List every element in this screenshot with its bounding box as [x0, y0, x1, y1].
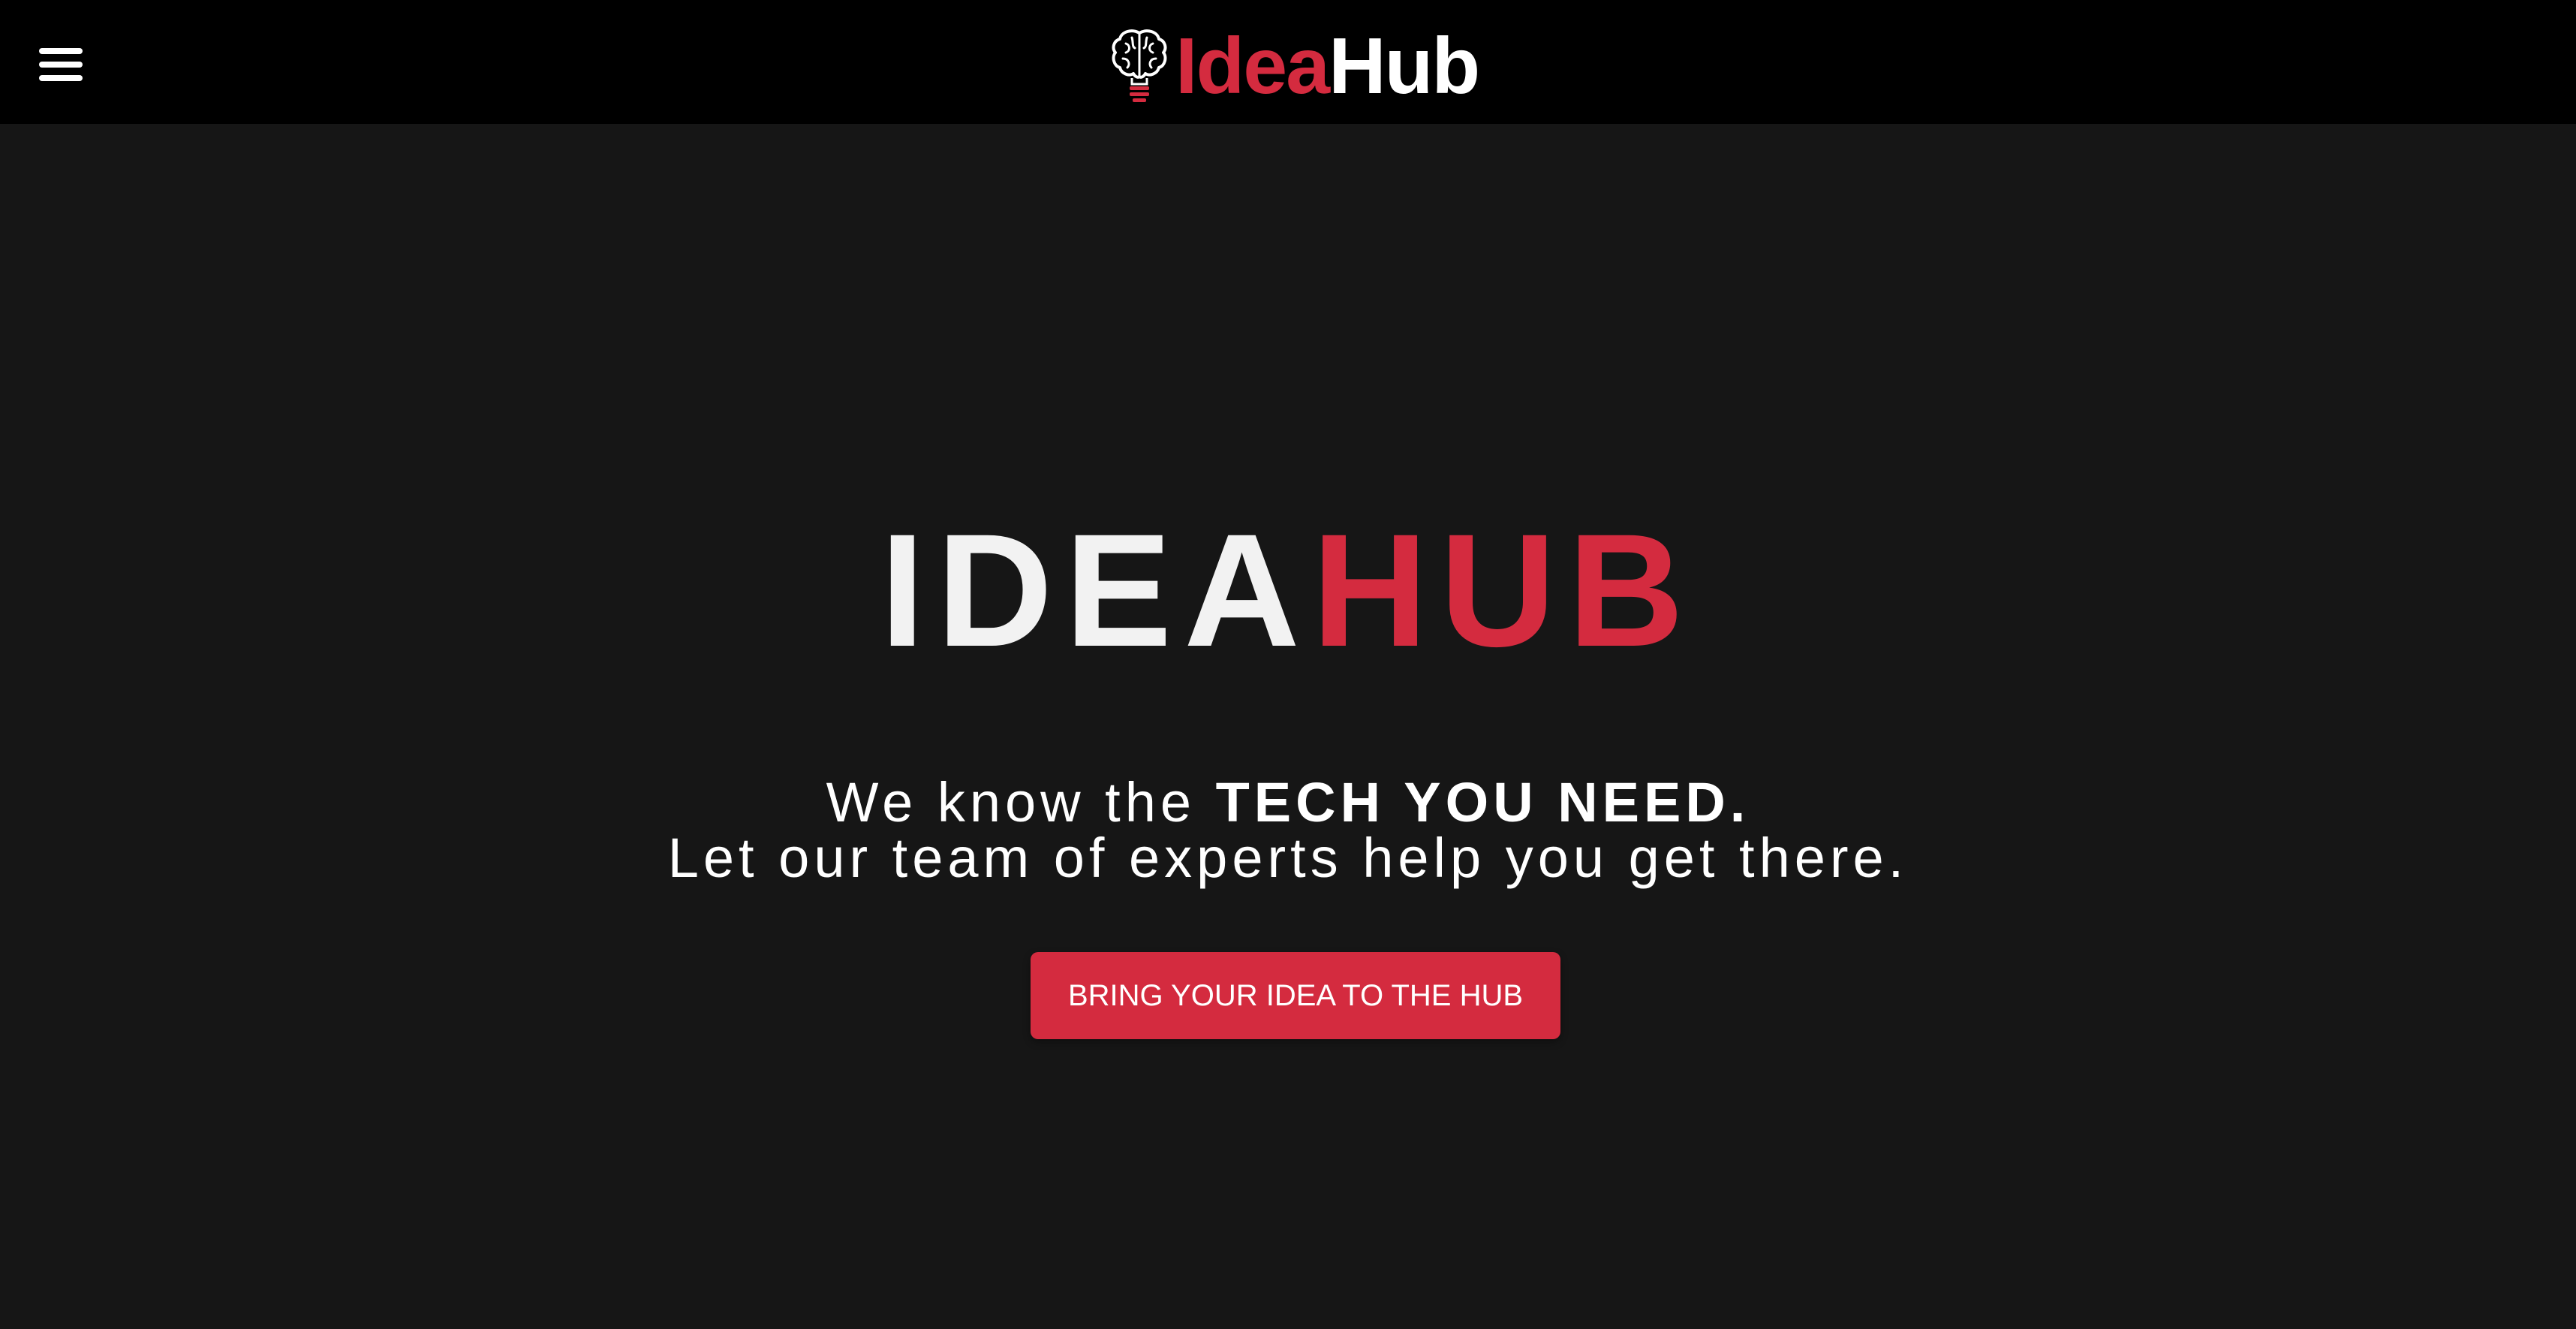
brand-logo-link[interactable]: IdeaHub [1109, 26, 1480, 106]
hero-title: IDEAHUB [0, 511, 2576, 671]
hero-tagline-line1: We know the TECH YOU NEED. [0, 775, 2576, 830]
menu-bar-line [39, 75, 83, 81]
bring-your-idea-button[interactable]: BRING YOUR IDEA TO THE HUB [1031, 952, 1560, 1039]
hero-tagline-line2: Let our team of experts help you get the… [667, 827, 1909, 889]
brand-wordmark: IdeaHub [1175, 26, 1480, 106]
menu-bar-line [39, 48, 83, 54]
top-navigation-bar: IdeaHub [0, 0, 2576, 124]
hero-tagline-emphasis: TECH YOU NEED. [1215, 771, 1750, 833]
hamburger-menu-icon[interactable] [39, 48, 83, 81]
hero-tagline-prefix: We know the [826, 771, 1216, 833]
menu-bar-line [39, 62, 83, 68]
brand-wordmark-hub: Hub [1329, 22, 1480, 110]
hero-title-hub: HUB [1311, 501, 1696, 680]
brain-lightbulb-icon [1112, 29, 1167, 102]
brand-wordmark-idea: Idea [1175, 22, 1330, 110]
hero-title-idea: IDEA [880, 501, 1312, 680]
